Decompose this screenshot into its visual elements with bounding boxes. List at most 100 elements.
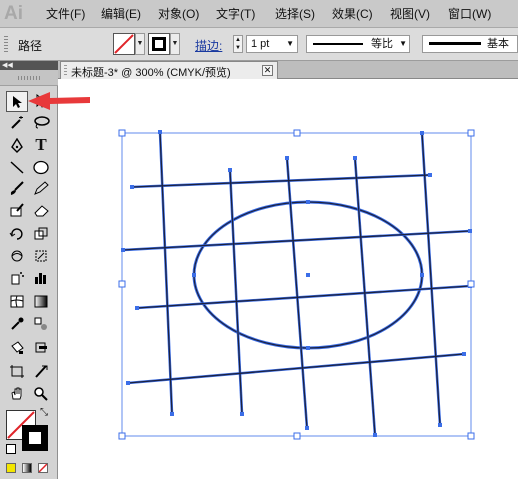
artboard-canvas[interactable]: [58, 79, 518, 479]
blend-icon: [34, 317, 47, 330]
gradient-mode-icon[interactable]: [22, 463, 32, 473]
paintbrush-icon: [10, 181, 24, 195]
warp-icon: [11, 250, 23, 262]
column-graph-tool[interactable]: [30, 267, 52, 288]
hand-icon: [11, 387, 22, 400]
live-paint-bucket-icon: [11, 341, 24, 354]
tools-collapse-button[interactable]: ◀◀: [0, 61, 58, 70]
app-logo: Ai: [4, 3, 23, 24]
menu-file[interactable]: 文件(F): [46, 5, 85, 22]
brush-preview-line: [429, 42, 481, 45]
profile-preview-line: [313, 43, 363, 45]
zoom-icon: [34, 387, 48, 401]
eraser-icon: [34, 205, 49, 217]
none-slash-icon: [114, 34, 134, 54]
menu-select[interactable]: 选择(S): [275, 5, 315, 22]
gradient-tool[interactable]: [30, 291, 52, 312]
menu-window[interactable]: 窗口(W): [448, 5, 491, 22]
type-tool[interactable]: T: [30, 135, 52, 156]
stroke-swatch[interactable]: [148, 33, 170, 55]
symbol-sprayer-tool[interactable]: [6, 267, 28, 288]
artboard-icon: [10, 365, 24, 378]
close-icon[interactable]: ✕: [262, 65, 273, 76]
stroke-color-box[interactable]: [22, 425, 48, 451]
control-bar: 路径 ▼ ▼ 描边: ▲ ▼ 1 pt ▼ 等比 ▼ 基本: [0, 28, 518, 61]
free-transform-tool[interactable]: [30, 245, 52, 266]
selection-arrow-icon: [13, 96, 22, 108]
zoom-tool[interactable]: [30, 383, 52, 404]
hand-tool[interactable]: [6, 383, 28, 404]
control-bar-grip[interactable]: [4, 36, 8, 52]
pen-tool[interactable]: [6, 135, 28, 156]
scale-icon: [34, 227, 48, 240]
stroke-dropdown[interactable]: ▼: [170, 33, 180, 55]
mesh-icon: [10, 295, 24, 308]
line-segment-icon: [10, 161, 24, 174]
menu-edit[interactable]: 编辑(E): [101, 5, 141, 22]
blob-brush-icon: [10, 203, 24, 217]
slice-icon: [35, 365, 48, 378]
stroke-square-icon: [152, 37, 166, 51]
variable-width-profile[interactable]: 等比 ▼: [306, 35, 410, 53]
chevron-down-icon: ▼: [399, 39, 407, 48]
tools-panel: ◀◀ T ⤡: [0, 61, 58, 479]
annotation-arrow: [28, 92, 90, 110]
symbol-sprayer-icon: [11, 272, 24, 285]
lasso-icon: [34, 116, 50, 129]
pencil-tool[interactable]: [30, 178, 52, 199]
stroke-weight-field[interactable]: 1 pt ▼: [246, 35, 298, 53]
slice-tool[interactable]: [30, 361, 52, 382]
live-paint-selection-tool[interactable]: [30, 337, 52, 358]
profile-label: 等比: [371, 38, 393, 50]
gradient-icon: [34, 295, 48, 308]
rotate-tool[interactable]: [6, 223, 28, 244]
blend-tool[interactable]: [30, 313, 52, 334]
artwork[interactable]: [58, 79, 518, 479]
chevron-down-icon: ▼: [286, 39, 294, 48]
menu-view[interactable]: 视图(V): [390, 5, 430, 22]
free-transform-icon: [35, 250, 47, 262]
eraser-tool[interactable]: [30, 200, 52, 221]
live-paint-bucket-tool[interactable]: [6, 337, 28, 358]
ellipse-tool[interactable]: [30, 157, 52, 178]
paintbrush-tool[interactable]: [6, 178, 28, 199]
menu-type[interactable]: 文字(T): [216, 5, 255, 22]
brush-label: 基本: [487, 38, 509, 50]
fill-dropdown[interactable]: ▼: [135, 33, 145, 55]
line-segment-tool[interactable]: [6, 157, 28, 178]
swap-fill-stroke-icon[interactable]: ⤡: [40, 408, 48, 418]
default-colors-icon[interactable]: [6, 444, 16, 454]
pen-icon: [11, 138, 23, 153]
tab-grip: [64, 65, 67, 75]
blob-brush-tool[interactable]: [6, 200, 28, 221]
menu-object[interactable]: 对象(O): [158, 5, 199, 22]
mesh-tool[interactable]: [6, 291, 28, 312]
type-icon: T: [35, 135, 47, 154]
document-tab[interactable]: 未标题-3* @ 300% (CMYK/预览) ✕: [60, 61, 278, 79]
document-title: 未标题-3* @ 300% (CMYK/预览): [71, 67, 231, 79]
magic-wand-icon: [11, 116, 23, 129]
menubar: Ai 文件(F) 编辑(E) 对象(O) 文字(T) 选择(S) 效果(C) 视…: [0, 0, 518, 28]
artboard-tool[interactable]: [6, 361, 28, 382]
document-tab-bar: 未标题-3* @ 300% (CMYK/预览) ✕: [58, 61, 518, 79]
brush-definition[interactable]: 基本: [422, 35, 518, 53]
selection-type-label: 路径: [18, 39, 43, 53]
live-paint-selection-icon: [35, 342, 47, 353]
pencil-icon: [34, 181, 49, 195]
ellipse-icon: [33, 160, 49, 175]
column-graph-icon: [35, 273, 46, 284]
eyedropper-icon: [11, 317, 24, 330]
rotate-icon: [9, 228, 23, 240]
tools-panel-grip[interactable]: [0, 70, 58, 86]
grid-lines[interactable]: [121, 130, 472, 437]
scale-tool[interactable]: [30, 223, 52, 244]
none-mode-icon[interactable]: [38, 463, 48, 473]
color-mode-icon[interactable]: [6, 463, 16, 473]
warp-tool[interactable]: [6, 245, 28, 266]
stroke-weight-stepper[interactable]: ▲ ▼: [233, 35, 243, 53]
stroke-label[interactable]: 描边:: [195, 37, 222, 54]
menu-effect[interactable]: 效果(C): [332, 5, 373, 22]
fill-swatch[interactable]: [113, 33, 135, 55]
eyedropper-tool[interactable]: [6, 313, 28, 334]
illustrator-window: Ai 文件(F) 编辑(E) 对象(O) 文字(T) 选择(S) 效果(C) 视…: [0, 0, 518, 479]
